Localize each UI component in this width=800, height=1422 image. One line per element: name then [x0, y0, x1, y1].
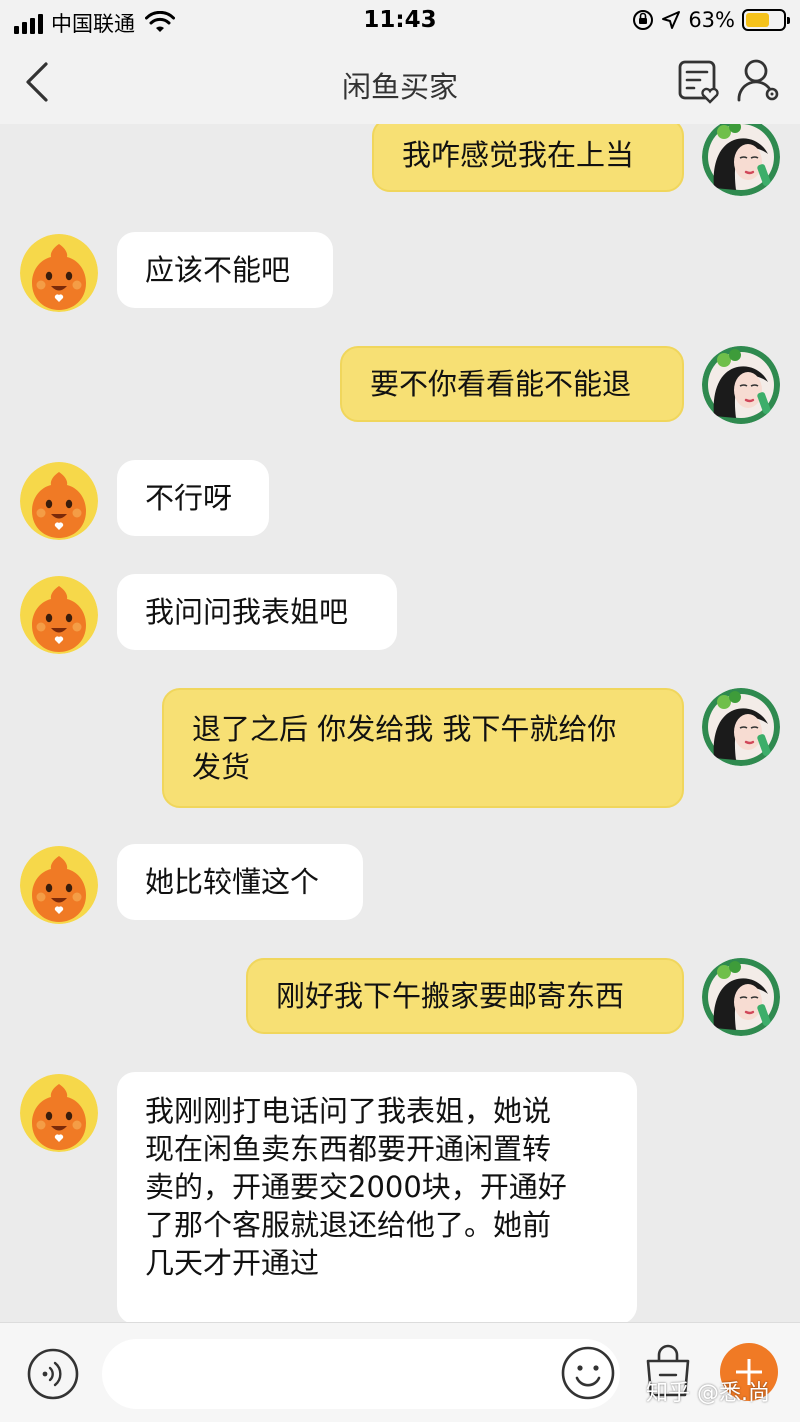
battery-percentage: 63%	[688, 8, 735, 32]
profile-settings-button[interactable]	[734, 56, 782, 104]
order-list-button[interactable]	[676, 58, 722, 104]
message-bubble[interactable]: 我咋感觉我在上当	[372, 124, 684, 192]
message-bubble[interactable]: 她比较懂这个	[117, 844, 363, 920]
battery-icon	[742, 9, 790, 31]
seller-avatar[interactable]	[702, 958, 780, 1036]
message-bubble[interactable]: 不行呀	[117, 460, 269, 536]
buyer-avatar[interactable]	[20, 1074, 98, 1152]
message-bubble[interactable]: 刚好我下午搬家要邮寄东西	[246, 958, 684, 1034]
buyer-avatar[interactable]	[20, 846, 98, 924]
watermark: 知乎 @悉.尚	[646, 1381, 770, 1406]
voice-input-button[interactable]	[26, 1347, 80, 1401]
message-input-bar: 知乎 @悉.尚	[0, 1322, 800, 1422]
orientation-lock-icon	[633, 10, 654, 30]
message-bubble[interactable]: 退了之后 你发给我 我下午就给你 发货	[162, 688, 684, 808]
emoji-button[interactable]	[560, 1345, 616, 1401]
chat-message-list[interactable]: 我咋感觉我在上当 应该不能吧 要不你看看能不能退 不行呀我问问我表姐吧退了之后 你发给…	[0, 124, 800, 1322]
navigation-bar: 闲鱼买家	[0, 42, 800, 124]
seller-avatar[interactable]	[702, 688, 780, 766]
message-bubble[interactable]: 应该不能吧	[117, 232, 333, 308]
message-bubble[interactable]: 我问问我表姐吧	[117, 574, 397, 650]
buyer-avatar[interactable]	[20, 576, 98, 654]
buyer-avatar[interactable]	[20, 234, 98, 312]
message-input[interactable]	[102, 1339, 620, 1409]
seller-avatar[interactable]	[702, 346, 780, 424]
location-arrow-icon	[662, 11, 681, 29]
status-bar: 中国联通 11:43 63%	[0, 0, 800, 42]
battery-level	[746, 13, 769, 27]
seller-avatar[interactable]	[702, 124, 780, 196]
buyer-avatar[interactable]	[20, 462, 98, 540]
message-bubble[interactable]: 要不你看看能不能退	[340, 346, 684, 422]
message-bubble[interactable]: 我刚刚打电话问了我表姐，她说 现在闲鱼卖东西都要开通闲置转 卖的，开通要交200…	[117, 1072, 637, 1322]
